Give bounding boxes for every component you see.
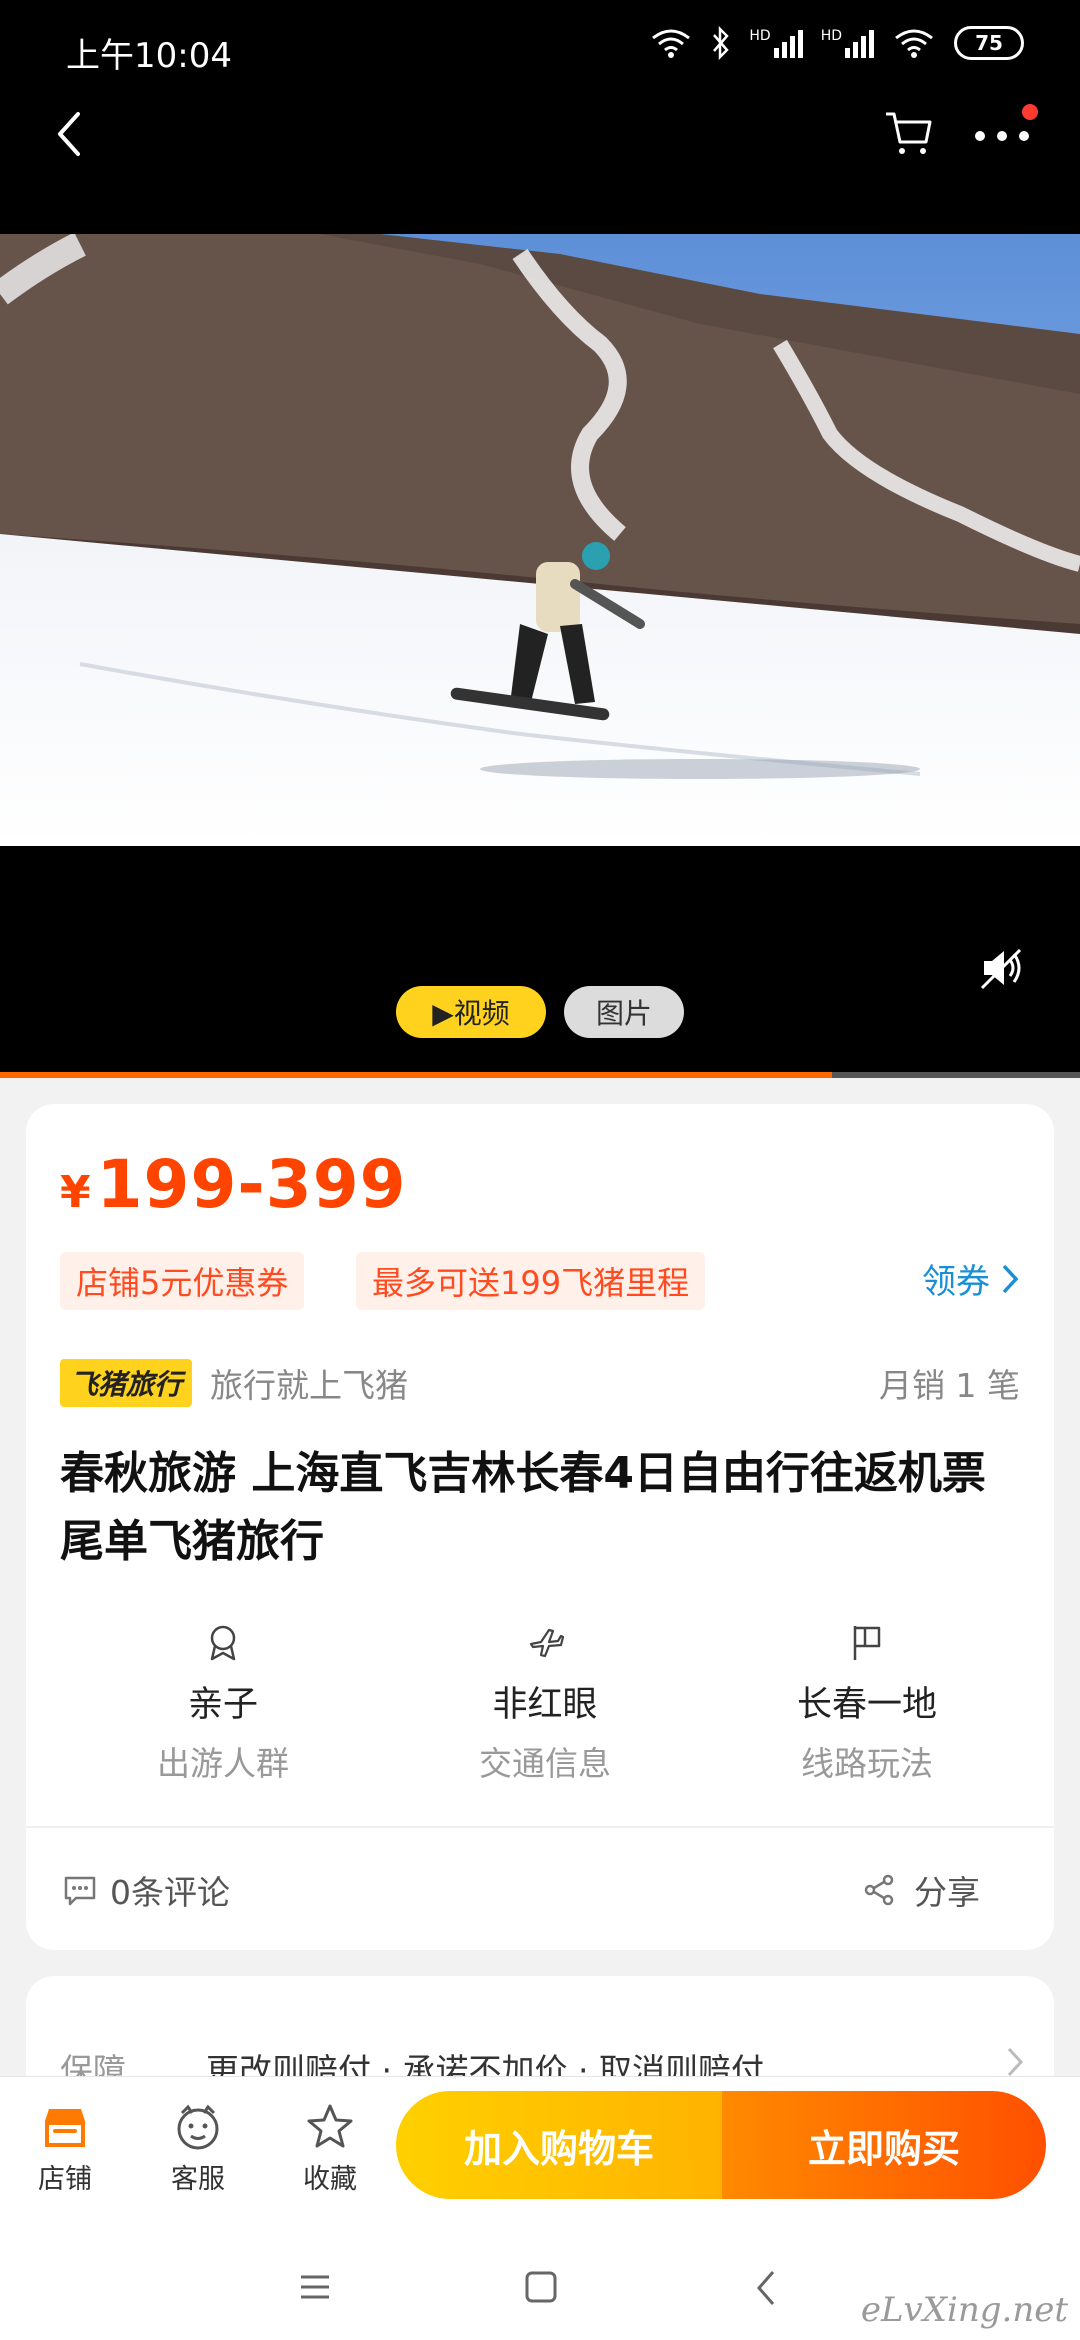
battery-indicator: 75	[954, 26, 1024, 60]
comment-icon	[64, 1876, 96, 1906]
back-icon[interactable]	[48, 104, 92, 164]
chevron-right-icon	[1002, 1264, 1019, 1293]
wifi-icon	[652, 29, 691, 58]
attribute-label: 交通信息	[479, 1744, 611, 1783]
product-title: 春秋旅游 上海直飞吉林长春4日自由行往返机票尾单飞猪旅行	[60, 1448, 986, 1567]
attribute-value: 非红眼	[492, 1685, 598, 1725]
share-label: 分享	[914, 1873, 980, 1912]
attribute-value: 长春一地	[796, 1685, 937, 1725]
signal-hd-icon: HD	[821, 28, 874, 58]
airplane-icon	[529, 1628, 565, 1658]
get-coupon-button[interactable]: 领券	[922, 1254, 1020, 1303]
brand-logo[interactable]: 飞猪旅行	[60, 1359, 193, 1407]
notification-dot	[1022, 104, 1038, 120]
attribute-audience: 亲子 出游人群	[62, 1622, 384, 1785]
product-attributes: 亲子 出游人群 非红眼 交通信息 长春一地 线路玩法	[26, 1622, 1054, 1785]
attribute-route: 长春一地 线路玩法	[706, 1622, 1028, 1785]
status-time: 上午10:04	[66, 36, 232, 76]
shop-row: 飞猪旅行 旅行就上飞猪 月销 1 笔	[60, 1358, 1020, 1408]
wifi-icon	[895, 29, 933, 58]
more-icon[interactable]	[972, 116, 1032, 156]
favorite-label: 收藏	[303, 2164, 357, 2195]
add-to-cart-button[interactable]: 加入购物车	[396, 2091, 722, 2199]
service-label: 客服	[171, 2164, 225, 2195]
signal-hd-icon: HD	[749, 28, 803, 58]
media-progress-fill	[0, 1072, 832, 1078]
divider	[26, 1826, 1054, 1828]
product-card: ¥ 199-399 店铺5元优惠券 最多可送199飞猪里程 领券 飞猪旅行 旅行…	[26, 1104, 1054, 1950]
menu-icon[interactable]	[298, 2272, 332, 2302]
top-bar: 上午10:04 HD HD 75	[0, 0, 1080, 234]
attribute-label: 出游人群	[157, 1744, 289, 1783]
mileage-coupon[interactable]: 最多可送199飞猪里程	[356, 1252, 706, 1310]
share-icon	[864, 1874, 894, 1906]
attribute-value: 亲子	[187, 1685, 258, 1725]
monthly-sales: 月销 1 笔	[879, 1366, 1020, 1405]
shop-coupon[interactable]: 店铺5元优惠券	[60, 1252, 305, 1310]
attribute-label: 线路玩法	[801, 1744, 933, 1783]
bluetooth-icon	[713, 26, 730, 60]
watermark: eLvXing.net	[860, 2290, 1068, 2330]
badge-icon	[210, 1625, 236, 1661]
shop-button[interactable]: 店铺	[15, 2101, 115, 2196]
flag-icon	[853, 1626, 881, 1660]
brand-slogan: 旅行就上飞猪	[210, 1366, 409, 1405]
tab-video[interactable]: ▶视频	[396, 986, 546, 1038]
favorite-button[interactable]: 收藏	[280, 2101, 380, 2196]
system-navigation-bar: eLvXing.net	[0, 2210, 1080, 2340]
comments-count: 0条评论	[110, 1873, 230, 1912]
media-progress	[0, 1072, 1080, 1078]
cart-icon[interactable]	[882, 108, 936, 158]
pig-face-icon	[177, 2104, 219, 2150]
get-coupon-label: 领券	[922, 1262, 990, 1302]
buy-now-button[interactable]: 立即购买	[722, 2091, 1046, 2199]
bottom-action-bar: 店铺 客服 收藏 加入购物车 立即购买	[0, 2076, 1080, 2210]
chevron-right-icon	[1007, 2047, 1024, 2077]
tab-photos[interactable]: 图片	[564, 986, 684, 1038]
shop-label: 店铺	[38, 2164, 92, 2195]
price-range: 199-399	[96, 1146, 407, 1223]
star-icon	[307, 2104, 353, 2148]
home-icon[interactable]	[524, 2270, 558, 2304]
currency-symbol: ¥	[60, 1167, 91, 1218]
back-icon[interactable]	[754, 2268, 778, 2308]
comments-link[interactable]: 0条评论	[62, 1866, 230, 1914]
store-icon	[45, 2109, 85, 2147]
price: ¥ 199-399	[60, 1146, 407, 1223]
product-photo[interactable]	[0, 234, 1080, 846]
attribute-transport: 非红眼 交通信息	[384, 1622, 706, 1785]
status-icons: HD HD 75	[649, 26, 1024, 60]
media-gallery[interactable]: ▶视频 图片	[0, 234, 1080, 1078]
service-button[interactable]: 客服	[148, 2101, 248, 2196]
media-tabs: ▶视频 图片	[0, 986, 1080, 1038]
share-button[interactable]: 分享	[862, 1866, 980, 1914]
